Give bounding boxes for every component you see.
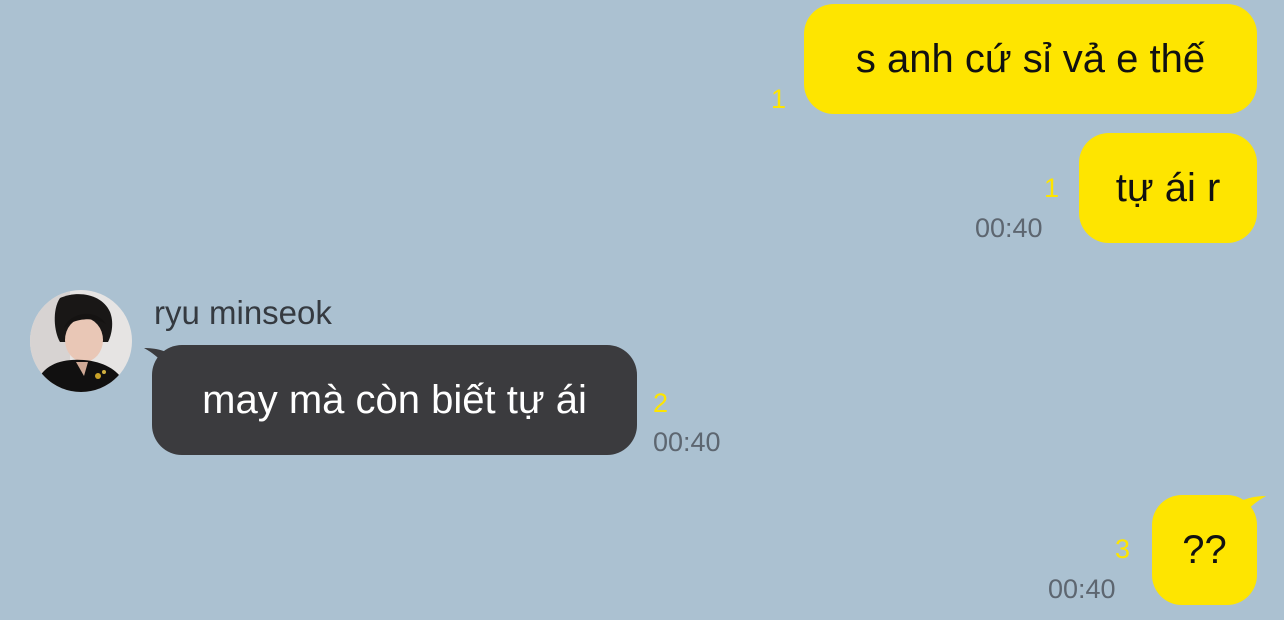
sender-name: ryu minseok <box>154 294 332 331</box>
outgoing-message-bubble[interactable]: tự ái r <box>1079 133 1257 243</box>
message-timestamp: 00:40 <box>975 213 1043 243</box>
message-timestamp: 00:40 <box>1048 574 1116 604</box>
message-timestamp: 00:40 <box>653 427 721 457</box>
incoming-message-bubble[interactable]: may mà còn biết tự ái <box>152 345 637 455</box>
outgoing-message-bubble[interactable]: s anh cứ sỉ vả e thế <box>804 4 1257 114</box>
message-text: ?? <box>1182 527 1227 572</box>
message-text: s anh cứ sỉ vả e thế <box>855 36 1206 81</box>
avatar-photo-icon <box>30 290 132 392</box>
unread-count: 3 <box>1115 534 1131 564</box>
message-text: tự ái r <box>1115 165 1221 210</box>
unread-count: 2 <box>653 388 669 418</box>
unread-count: 1 <box>1044 173 1060 203</box>
outgoing-message-bubble[interactable]: ?? <box>1152 495 1257 605</box>
unread-count: 1 <box>771 84 787 114</box>
message-text: may mà còn biết tự ái <box>202 377 587 422</box>
sender-avatar[interactable] <box>30 290 132 392</box>
